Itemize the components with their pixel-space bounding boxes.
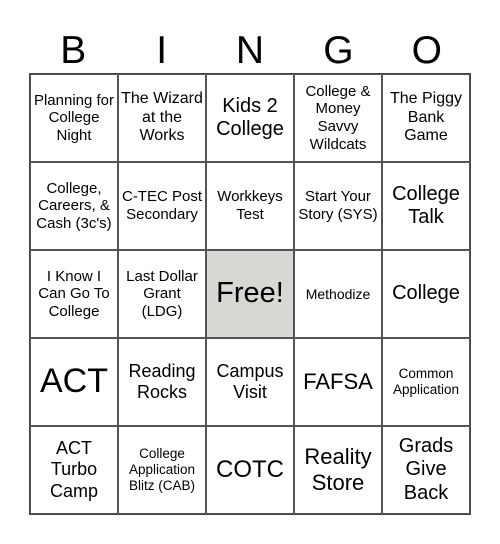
bingo-grid: Planning for College Night The Wizard at… (29, 73, 471, 515)
bingo-cell[interactable]: ACT (30, 338, 118, 426)
bingo-cell[interactable]: Planning for College Night (30, 74, 118, 162)
bingo-cell[interactable]: College Talk (382, 162, 470, 250)
bingo-cell[interactable]: Last Dollar Grant (LDG) (118, 250, 206, 338)
header-letter-n: N (235, 29, 265, 72)
bingo-cell[interactable]: College Application Blitz (CAB) (118, 426, 206, 514)
header-letter-g: G (323, 29, 354, 72)
bingo-cell[interactable]: Grads Give Back (382, 426, 470, 514)
bingo-cell[interactable]: Start Your Story (SYS) (294, 162, 382, 250)
bingo-cell[interactable]: FAFSA (294, 338, 382, 426)
bingo-cell[interactable]: Reading Rocks (118, 338, 206, 426)
bingo-cell[interactable]: Common Application (382, 338, 470, 426)
header-letter-i: I (156, 29, 168, 72)
bingo-cell[interactable]: ACT Turbo Camp (30, 426, 118, 514)
bingo-cell[interactable]: Methodize (294, 250, 382, 338)
bingo-cell[interactable]: C-TEC Post Secondary (118, 162, 206, 250)
bingo-cell[interactable]: Workkeys Test (206, 162, 294, 250)
bingo-header: B I N G O (29, 26, 471, 76)
bingo-cell[interactable]: College, Careers, & Cash (3c's) (30, 162, 118, 250)
bingo-cell[interactable]: College & Money Savvy Wildcats (294, 74, 382, 162)
bingo-cell[interactable]: The Piggy Bank Game (382, 74, 470, 162)
header-letter-o: O (411, 29, 442, 72)
bingo-cell[interactable]: The Wizard at the Works (118, 74, 206, 162)
bingo-cell[interactable]: College (382, 250, 470, 338)
bingo-cell[interactable]: COTC (206, 426, 294, 514)
bingo-cell[interactable]: Kids 2 College (206, 74, 294, 162)
bingo-cell[interactable]: Reality Store (294, 426, 382, 514)
header-letter-b: B (60, 29, 87, 72)
free-space-cell[interactable]: Free! (206, 250, 294, 338)
bingo-cell[interactable]: Campus Visit (206, 338, 294, 426)
bingo-cell[interactable]: I Know I Can Go To College (30, 250, 118, 338)
